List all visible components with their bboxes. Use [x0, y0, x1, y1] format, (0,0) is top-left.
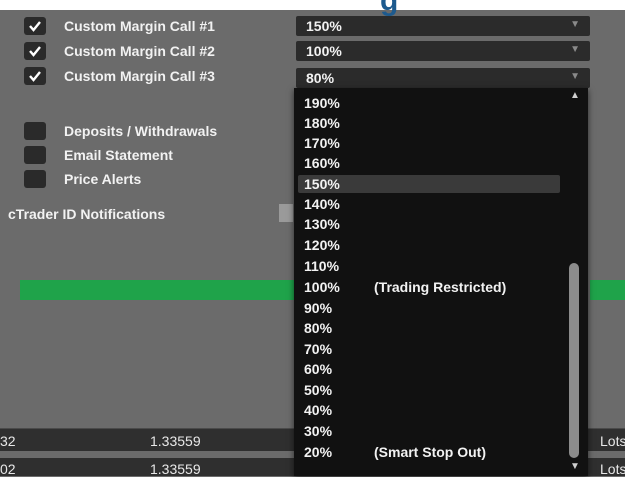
- dropdown-option[interactable]: 160%: [298, 154, 560, 172]
- margin-call-1-value: 150%: [306, 18, 342, 34]
- dropdown-option[interactable]: 90%: [298, 299, 560, 317]
- price-alerts-checkbox[interactable]: [24, 170, 46, 188]
- dropdown-option[interactable]: 140%: [298, 195, 560, 213]
- margin-call-2-value: 100%: [306, 43, 342, 59]
- dropdown-option[interactable]: 130%: [298, 215, 560, 233]
- dropdown-option[interactable]: 180%: [298, 114, 560, 132]
- email-statement-checkbox[interactable]: [24, 146, 46, 164]
- margin-call-3-checkbox[interactable]: [24, 67, 46, 85]
- margin-call-2-select[interactable]: 100% ▼: [296, 41, 590, 61]
- chevron-down-icon: ▼: [570, 19, 580, 30]
- option-note: (Trading Restricted): [374, 279, 507, 295]
- table-cell-price: 1.33559: [150, 433, 201, 449]
- check-icon: [29, 21, 41, 32]
- table-cell-id: 02: [0, 461, 16, 477]
- price-alerts-label: Price Alerts: [64, 171, 142, 187]
- scroll-down-arrow-icon[interactable]: ▼: [570, 461, 580, 472]
- dropdown-option[interactable]: 20% (Smart Stop Out): [298, 443, 560, 461]
- check-icon: [29, 46, 41, 57]
- deposits-withdrawals-label: Deposits / Withdrawals: [64, 123, 218, 139]
- dropdown-option-selected[interactable]: 150%: [298, 175, 560, 193]
- header-partial-title: g: [380, 0, 400, 17]
- save-button-edge[interactable]: [590, 280, 625, 300]
- ctrader-id-toggle[interactable]: [279, 204, 293, 222]
- margin-call-1-select[interactable]: 150% ▼: [296, 16, 590, 36]
- table-cell-price: 1.33559: [150, 461, 201, 477]
- margin-call-2-label: Custom Margin Call #2: [64, 43, 215, 59]
- dropdown-option[interactable]: 190%: [298, 94, 560, 112]
- option-note: (Smart Stop Out): [374, 444, 486, 460]
- table-cell-unit: Lots: [600, 433, 625, 449]
- margin-call-2-checkbox[interactable]: [24, 42, 46, 60]
- save-button[interactable]: [20, 280, 294, 300]
- table-cell-id: 32: [0, 433, 16, 449]
- ctrader-id-notifications-label: cTrader ID Notifications: [8, 206, 166, 222]
- email-statement-label: Email Statement: [64, 147, 173, 163]
- table-cell-unit: Lots: [600, 461, 625, 477]
- dropdown-option[interactable]: 100% (Trading Restricted): [298, 278, 560, 296]
- deposits-withdrawals-checkbox[interactable]: [24, 122, 46, 140]
- scroll-up-arrow-icon[interactable]: ▲: [570, 90, 580, 101]
- margin-call-3-label: Custom Margin Call #3: [64, 68, 215, 84]
- margin-call-1-label: Custom Margin Call #1: [64, 18, 215, 34]
- dropdown-option[interactable]: 170%: [298, 134, 560, 152]
- margin-call-3-select[interactable]: 80% ▼: [296, 68, 590, 88]
- chevron-down-icon: ▼: [570, 44, 580, 55]
- dropdown-option[interactable]: 50%: [298, 381, 560, 399]
- margin-call-3-value: 80%: [306, 70, 335, 86]
- margin-call-1-checkbox[interactable]: [24, 17, 46, 35]
- chevron-down-icon: ▼: [570, 71, 580, 82]
- margin-call-dropdown-list[interactable]: 190% 180% 170% 160% 150% 140% 130% 120% …: [294, 88, 588, 476]
- dropdown-option[interactable]: 120%: [298, 236, 560, 254]
- dropdown-option[interactable]: 70%: [298, 340, 560, 358]
- scrollbar-thumb[interactable]: [569, 263, 579, 458]
- dropdown-option[interactable]: 30%: [298, 422, 560, 440]
- header-strip: g: [0, 0, 625, 16]
- dropdown-option[interactable]: 40%: [298, 401, 560, 419]
- dropdown-option[interactable]: 110%: [298, 257, 560, 275]
- check-icon: [29, 71, 41, 82]
- dropdown-option[interactable]: 60%: [298, 360, 560, 378]
- dropdown-option[interactable]: 80%: [298, 319, 560, 337]
